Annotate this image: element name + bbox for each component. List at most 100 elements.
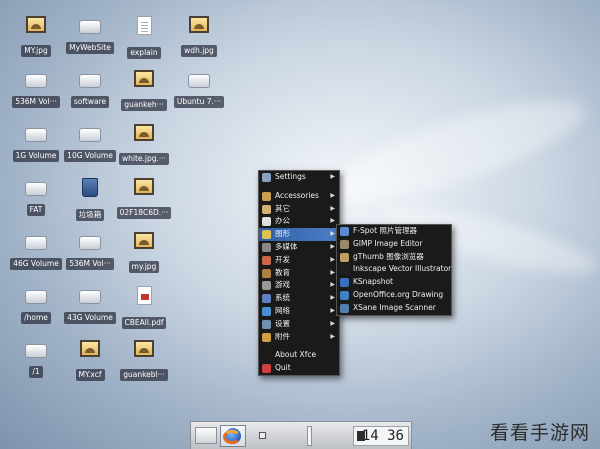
desktop-icon-label: 02F18C6D.··· [116, 207, 172, 219]
image-file-icon [189, 16, 209, 33]
desktop-icon-label: guankebl··· [120, 369, 168, 381]
desktop-icon[interactable]: 536M Vol··· [7, 70, 65, 108]
desktop-icon[interactable]: 10G Volume [61, 124, 119, 162]
desktop-icon[interactable]: guankebl··· [115, 340, 173, 381]
desktop-icon-label: MY.jpg [21, 45, 51, 57]
menu-item[interactable]: About Xfce [259, 349, 339, 362]
menu-item[interactable]: Settings ▶ [259, 171, 339, 184]
desktop-icon[interactable]: MY.xcf [61, 340, 119, 381]
desktop-icon[interactable]: MY.jpg [7, 16, 65, 57]
desktop-icon[interactable]: 1G Volume [7, 124, 65, 162]
menu-item-label: 办公 [275, 216, 290, 226]
menu-item[interactable]: Inkscape Vector Illustrator [337, 263, 451, 276]
menu-item[interactable]: GIMP Image Editor [337, 238, 451, 251]
menu-item[interactable]: Quit [259, 362, 339, 375]
desktop-icon-label: MyWebSite [66, 42, 114, 54]
desktop-icon[interactable]: MyWebSite [61, 16, 119, 54]
pdf-icon [136, 286, 152, 305]
menu-item[interactable]: 教育 ▶ [259, 267, 339, 280]
desktop-icon[interactable]: 46G Volume [7, 232, 65, 270]
menu-item-label: GIMP Image Editor [353, 238, 423, 248]
menu-item-label: 游戏 [275, 280, 290, 290]
desktop-icon[interactable]: /1 [7, 340, 65, 378]
menu-item-label: 教育 [275, 267, 290, 277]
menu-item[interactable]: F-Spot 照片管理器 [337, 225, 451, 238]
desktop-icon[interactable]: Ubuntu 7.··· [170, 70, 228, 108]
desktop-icon[interactable]: FAT [7, 178, 65, 216]
drive-icon [79, 74, 101, 88]
submenu-arrow-icon: ▶ [330, 191, 335, 199]
desktop-icon-label: /1 [29, 366, 43, 378]
network-icon [262, 306, 271, 316]
education-icon [262, 268, 271, 278]
desktop-icon-label: 1G Volume [12, 150, 60, 162]
menu-item[interactable]: 开发 ▶ [259, 254, 339, 267]
menu-item[interactable]: OpenOffice.org Drawing [337, 289, 451, 302]
menu-item[interactable]: 其它 ▶ [259, 203, 339, 216]
desktop-icon[interactable]: 02F18C6D.··· [115, 178, 173, 219]
menu-item-label: XSane Image Scanner [353, 302, 436, 312]
menu-item[interactable]: 多媒体 ▶ [259, 241, 339, 254]
menu-item-label: 设置 [275, 318, 290, 328]
menu-item[interactable]: 系统 ▶ [259, 292, 339, 305]
menu-item[interactable]: 图形 ▶ [259, 228, 339, 241]
menu-item-label: 开发 [275, 254, 290, 264]
desktop-icon[interactable]: 43G Volume [61, 286, 119, 324]
desktop-icon[interactable]: software [61, 70, 119, 108]
menu-item[interactable]: 附件 ▶ [259, 331, 339, 344]
menu-item-label: 系统 [275, 293, 290, 303]
menu-item-label: Quit [275, 363, 291, 373]
other-icon [262, 204, 271, 214]
desktop-icon-label: MY.xcf [75, 369, 105, 381]
menu-item[interactable]: gThumb 图像浏览器 [337, 251, 451, 264]
desktop-icon[interactable]: my.jpg [115, 232, 173, 273]
submenu-arrow-icon: ▶ [330, 242, 335, 250]
desktop-icon[interactable]: white.jpg.··· [115, 124, 173, 165]
menu-item[interactable]: 设置 ▶ [259, 318, 339, 331]
office-icon [262, 217, 271, 227]
desktop-icon-label: guankeh··· [121, 99, 167, 111]
firefox-launcher-button[interactable] [220, 425, 246, 447]
desktop-icon[interactable]: explain [115, 16, 173, 59]
desktop-icon-label: Ubuntu 7.··· [173, 96, 225, 108]
submenu-arrow-icon: ▶ [330, 319, 335, 327]
document-icon [136, 16, 152, 35]
desktop-icon[interactable]: guankeh··· [115, 70, 173, 111]
menu-item-label: F-Spot 照片管理器 [353, 226, 417, 235]
drive-icon [25, 290, 47, 304]
desktop-icon-label: 46G Volume [10, 258, 62, 270]
submenu-arrow-icon: ▶ [330, 281, 335, 289]
drive-icon [25, 182, 47, 196]
menu-item[interactable]: KSnapshot [337, 276, 451, 289]
submenu-arrow-icon: ▶ [330, 306, 335, 314]
submenu-arrow-icon: ▶ [330, 294, 335, 302]
menu-item[interactable]: 游戏 ▶ [259, 279, 339, 292]
desktop-icon[interactable]: 垃圾箱 [61, 178, 119, 221]
menu-item[interactable]: Accessories ▶ [259, 190, 339, 203]
menu-item[interactable]: XSane Image Scanner [337, 302, 451, 315]
drive-icon [79, 128, 101, 142]
menu-item[interactable]: 网络 ▶ [259, 305, 339, 318]
clock-time: 14 36 [361, 428, 404, 444]
submenu-arrow-icon: ▶ [330, 332, 335, 340]
submenu-arrow-icon: ▶ [330, 173, 335, 180]
drive-icon [25, 344, 47, 358]
desktop-icon[interactable]: 536M Vol··· [61, 232, 119, 270]
drive-icon [79, 20, 101, 34]
menu-item[interactable]: 办公 ▶ [259, 215, 339, 228]
drive-icon [188, 74, 210, 88]
show-desktop-button[interactable] [195, 427, 217, 444]
desktop-icon[interactable]: wdh.jpg [170, 16, 228, 57]
ksnapshot-icon [340, 278, 349, 288]
drive-icon [79, 236, 101, 250]
desktop-icon[interactable]: CBEAll.pdf [115, 286, 173, 329]
preferences-icon [262, 319, 271, 329]
multimedia-icon [262, 242, 271, 252]
image-file-icon [134, 178, 154, 195]
clock[interactable]: 14 36 [353, 426, 409, 446]
window-list-icon[interactable] [259, 432, 266, 439]
desktop-icon[interactable]: /home [7, 286, 65, 324]
desktop-icon-label: 536M Vol··· [66, 258, 114, 270]
panel-handle[interactable] [307, 426, 312, 446]
menu-item-label: About Xfce [275, 350, 317, 360]
